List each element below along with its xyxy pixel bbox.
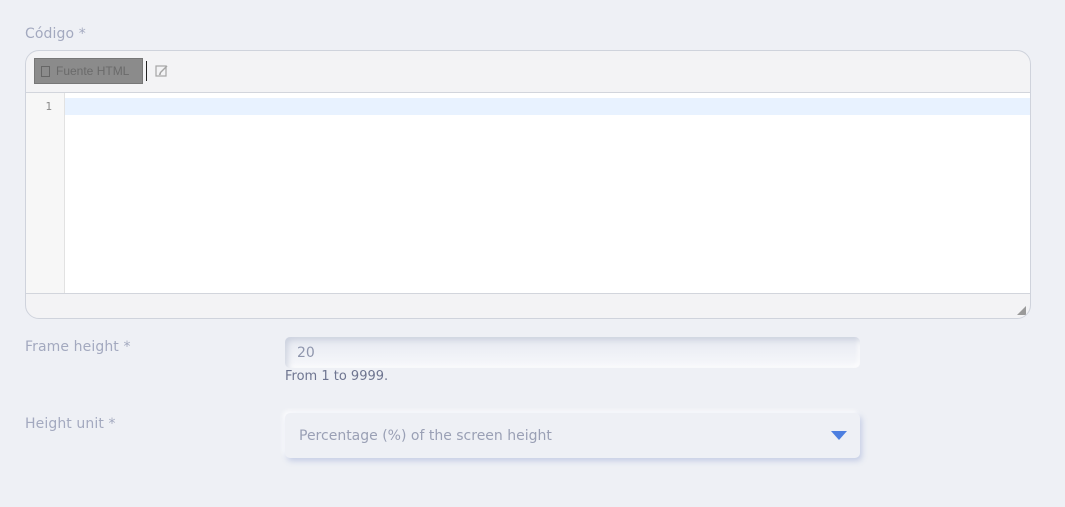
editor-toolbar: Fuente HTML (26, 51, 1030, 93)
active-line-highlight (65, 98, 1030, 115)
page: Código * Fuente HTML 1 Frame height * Fr… (0, 0, 1065, 507)
frame-height-input[interactable] (285, 337, 860, 368)
frame-height-label: Frame height * (25, 339, 131, 355)
document-icon (41, 65, 50, 77)
line-gutter: 1 (26, 93, 65, 293)
height-unit-select[interactable]: Percentage (%) of the screen height (285, 413, 860, 458)
toolbar-cursor (146, 61, 147, 81)
source-html-label: Fuente HTML (56, 64, 130, 78)
frame-height-help: From 1 to 9999. (285, 369, 389, 384)
edit-icon[interactable] (155, 64, 169, 78)
code-editor: Fuente HTML 1 (25, 50, 1031, 319)
chevron-down-icon (831, 431, 847, 440)
height-unit-selected: Percentage (%) of the screen height (299, 427, 552, 444)
code-textarea[interactable]: 1 (26, 93, 1030, 294)
line-number: 1 (45, 100, 52, 113)
resize-handle-icon[interactable] (1017, 306, 1026, 315)
height-unit-label: Height unit * (25, 416, 116, 432)
code-label: Código * (25, 26, 86, 42)
source-html-button[interactable]: Fuente HTML (34, 58, 143, 84)
